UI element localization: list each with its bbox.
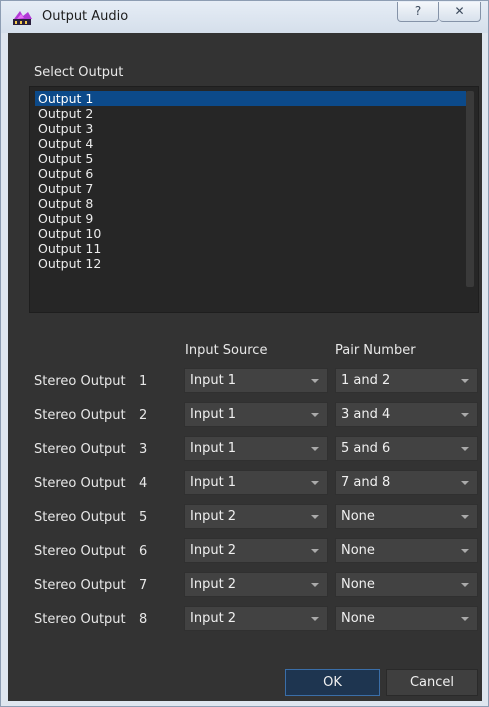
ok-button[interactable]: OK (285, 669, 380, 696)
pair-number-value: 3 and 4 (341, 407, 391, 422)
chevron-down-icon (311, 583, 319, 587)
chevron-down-icon (311, 549, 319, 553)
close-button[interactable]: ✕ (439, 2, 481, 22)
stereo-output-number: 5 (139, 510, 148, 525)
input-source-value: Input 1 (190, 373, 237, 388)
stereo-output-label: Stereo Output (34, 578, 126, 593)
pair-number-value: None (341, 509, 375, 524)
stereo-output-label: Stereo Output (34, 374, 126, 389)
stereo-output-label: Stereo Output (34, 510, 126, 525)
input-source-select[interactable]: Input 2 (184, 606, 328, 631)
pair-number-value: None (341, 577, 375, 592)
input-source-header: Input Source (185, 343, 268, 358)
chevron-down-icon (461, 481, 469, 485)
list-item-output-5[interactable]: Output 5 (35, 151, 466, 166)
stereo-output-label: Stereo Output (34, 612, 126, 627)
chevron-down-icon (461, 447, 469, 451)
list-item-output-9[interactable]: Output 9 (35, 211, 466, 226)
output-audio-dialog: Output Audio ? ✕ Select Output Output 1 … (0, 0, 489, 707)
pair-number-select[interactable]: 5 and 6 (335, 436, 478, 461)
chevron-down-icon (461, 583, 469, 587)
pair-number-select[interactable]: 7 and 8 (335, 470, 478, 495)
stereo-output-label: Stereo Output (34, 476, 126, 491)
input-source-select[interactable]: Input 2 (184, 572, 328, 597)
list-item-output-3[interactable]: Output 3 (35, 121, 466, 136)
app-logo-icon (13, 11, 32, 25)
pair-number-value: 1 and 2 (341, 373, 391, 388)
title-bar[interactable]: Output Audio ? ✕ (1, 1, 488, 33)
input-source-value: Input 1 (190, 407, 237, 422)
window-title: Output Audio (42, 9, 129, 24)
stereo-output-number: 2 (139, 408, 148, 423)
input-source-select[interactable]: Input 1 (184, 470, 328, 495)
chevron-down-icon (311, 617, 319, 621)
input-source-value: Input 1 (190, 475, 237, 490)
stereo-output-number: 3 (139, 442, 148, 457)
pair-number-select[interactable]: 1 and 2 (335, 368, 478, 393)
input-source-value: Input 2 (190, 577, 237, 592)
list-item-output-12[interactable]: Output 12 (35, 256, 466, 271)
stereo-output-number: 6 (139, 544, 148, 559)
stereo-output-number: 8 (139, 612, 148, 627)
input-source-select[interactable]: Input 2 (184, 504, 328, 529)
pair-number-header: Pair Number (335, 343, 416, 358)
list-scrollbar[interactable] (466, 91, 474, 287)
stereo-output-label: Stereo Output (34, 408, 126, 423)
stereo-output-label: Stereo Output (34, 544, 126, 559)
pair-number-select[interactable]: None (335, 538, 478, 563)
chevron-down-icon (461, 413, 469, 417)
pair-number-select[interactable]: None (335, 572, 478, 597)
pair-number-select[interactable]: 3 and 4 (335, 402, 478, 427)
pair-number-select[interactable]: None (335, 504, 478, 529)
list-item-output-8[interactable]: Output 8 (35, 196, 466, 211)
chevron-down-icon (461, 515, 469, 519)
chevron-down-icon (311, 413, 319, 417)
stereo-output-number: 1 (139, 374, 148, 389)
pair-number-value: 7 and 8 (341, 475, 391, 490)
list-item-output-11[interactable]: Output 11 (35, 241, 466, 256)
list-item-output-2[interactable]: Output 2 (35, 106, 466, 121)
input-source-select[interactable]: Input 1 (184, 368, 328, 393)
pair-number-value: 5 and 6 (341, 441, 391, 456)
input-source-value: Input 2 (190, 509, 237, 524)
help-button[interactable]: ? (397, 2, 439, 22)
chevron-down-icon (461, 549, 469, 553)
output-list[interactable]: Output 1 Output 2 Output 3 Output 4 Outp… (29, 86, 479, 313)
stereo-output-number: 7 (139, 578, 148, 593)
chevron-down-icon (461, 379, 469, 383)
chevron-down-icon (311, 447, 319, 451)
list-item-output-4[interactable]: Output 4 (35, 136, 466, 151)
stereo-output-number: 4 (139, 476, 148, 491)
list-item-output-6[interactable]: Output 6 (35, 166, 466, 181)
cancel-button[interactable]: Cancel (386, 669, 478, 696)
select-output-label: Select Output (34, 65, 124, 80)
input-source-value: Input 2 (190, 543, 237, 558)
chevron-down-icon (311, 481, 319, 485)
pair-number-value: None (341, 611, 375, 626)
chevron-down-icon (311, 515, 319, 519)
input-source-value: Input 1 (190, 441, 237, 456)
chevron-down-icon (311, 379, 319, 383)
stereo-output-label: Stereo Output (34, 442, 126, 457)
close-icon: ✕ (454, 4, 465, 18)
pair-number-value: None (341, 543, 375, 558)
pair-number-select[interactable]: None (335, 606, 478, 631)
input-source-select[interactable]: Input 1 (184, 402, 328, 427)
list-item-output-1[interactable]: Output 1 (35, 91, 466, 106)
list-item-output-10[interactable]: Output 10 (35, 226, 466, 241)
help-icon: ? (414, 4, 422, 18)
input-source-select[interactable]: Input 2 (184, 538, 328, 563)
input-source-value: Input 2 (190, 611, 237, 626)
list-item-output-7[interactable]: Output 7 (35, 181, 466, 196)
chevron-down-icon (461, 617, 469, 621)
input-source-select[interactable]: Input 1 (184, 436, 328, 461)
